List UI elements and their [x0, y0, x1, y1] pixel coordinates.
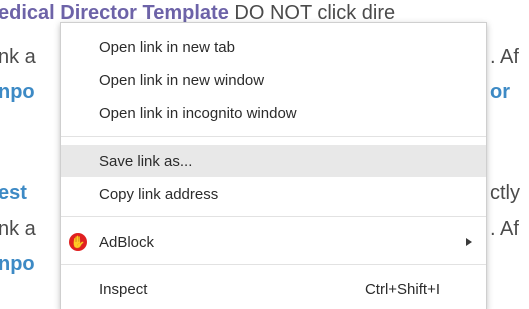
page-line-4-right: ctly — [490, 181, 520, 205]
page-line-4-tail: ctly — [490, 182, 520, 204]
page-line-5-tail: . Af — [490, 218, 519, 240]
menu-item-open-incognito-window[interactable]: Open link in incognito window — [61, 97, 486, 129]
page-line-5-right: . Af — [490, 217, 519, 241]
menu-item-label: Copy link address — [99, 185, 219, 203]
adblock-icon: ✋ — [69, 233, 87, 251]
page-line-5: nk a — [0, 217, 36, 241]
medical-director-template-link[interactable]: edical Director Template — [0, 2, 229, 24]
page-line-4-lead-link[interactable]: est — [0, 182, 27, 204]
menu-item-adblock[interactable]: ✋ AdBlock — [61, 226, 486, 258]
page-line-5-lead: nk a — [0, 218, 36, 240]
menu-item-label: AdBlock — [99, 233, 155, 251]
page-line-2-tail: . Af — [490, 46, 519, 68]
submenu-arrow-icon — [466, 238, 472, 246]
menu-item-label: Open link in new window — [99, 71, 265, 89]
page-line-3-right: or — [490, 80, 510, 104]
page-line-3-lead-link[interactable]: npo — [0, 81, 35, 103]
page-line-6-lead-link[interactable]: npo — [0, 253, 35, 275]
page-line-4: est — [0, 181, 27, 205]
page-line-3-tail-link[interactable]: or — [490, 81, 510, 103]
menu-item-copy-link-address[interactable]: Copy link address — [61, 178, 486, 210]
context-menu: Open link in new tab Open link in new wi… — [60, 22, 487, 309]
menu-item-open-new-tab[interactable]: Open link in new tab — [61, 31, 486, 63]
page-line-6: npo — [0, 252, 35, 276]
page-line-2-right: . Af — [490, 45, 519, 69]
menu-separator — [61, 136, 486, 137]
page-line-2: nk a — [0, 45, 36, 69]
page-line-2-lead: nk a — [0, 46, 36, 68]
menu-item-label: Open link in new tab — [99, 38, 235, 56]
menu-item-label: Inspect — [99, 280, 148, 298]
page-line-1-text: DO NOT click dire — [228, 2, 396, 24]
menu-item-label: Save link as... — [99, 152, 193, 170]
menu-item-label: Open link in incognito window — [99, 104, 297, 122]
menu-item-inspect[interactable]: Inspect Ctrl+Shift+I — [61, 273, 486, 305]
menu-separator — [61, 216, 486, 217]
menu-item-open-new-window[interactable]: Open link in new window — [61, 64, 486, 96]
menu-item-save-link-as[interactable]: Save link as... — [61, 145, 486, 177]
page-line-3: npo — [0, 80, 35, 104]
menu-item-shortcut: Ctrl+Shift+I — [364, 280, 440, 298]
menu-separator — [61, 264, 486, 265]
